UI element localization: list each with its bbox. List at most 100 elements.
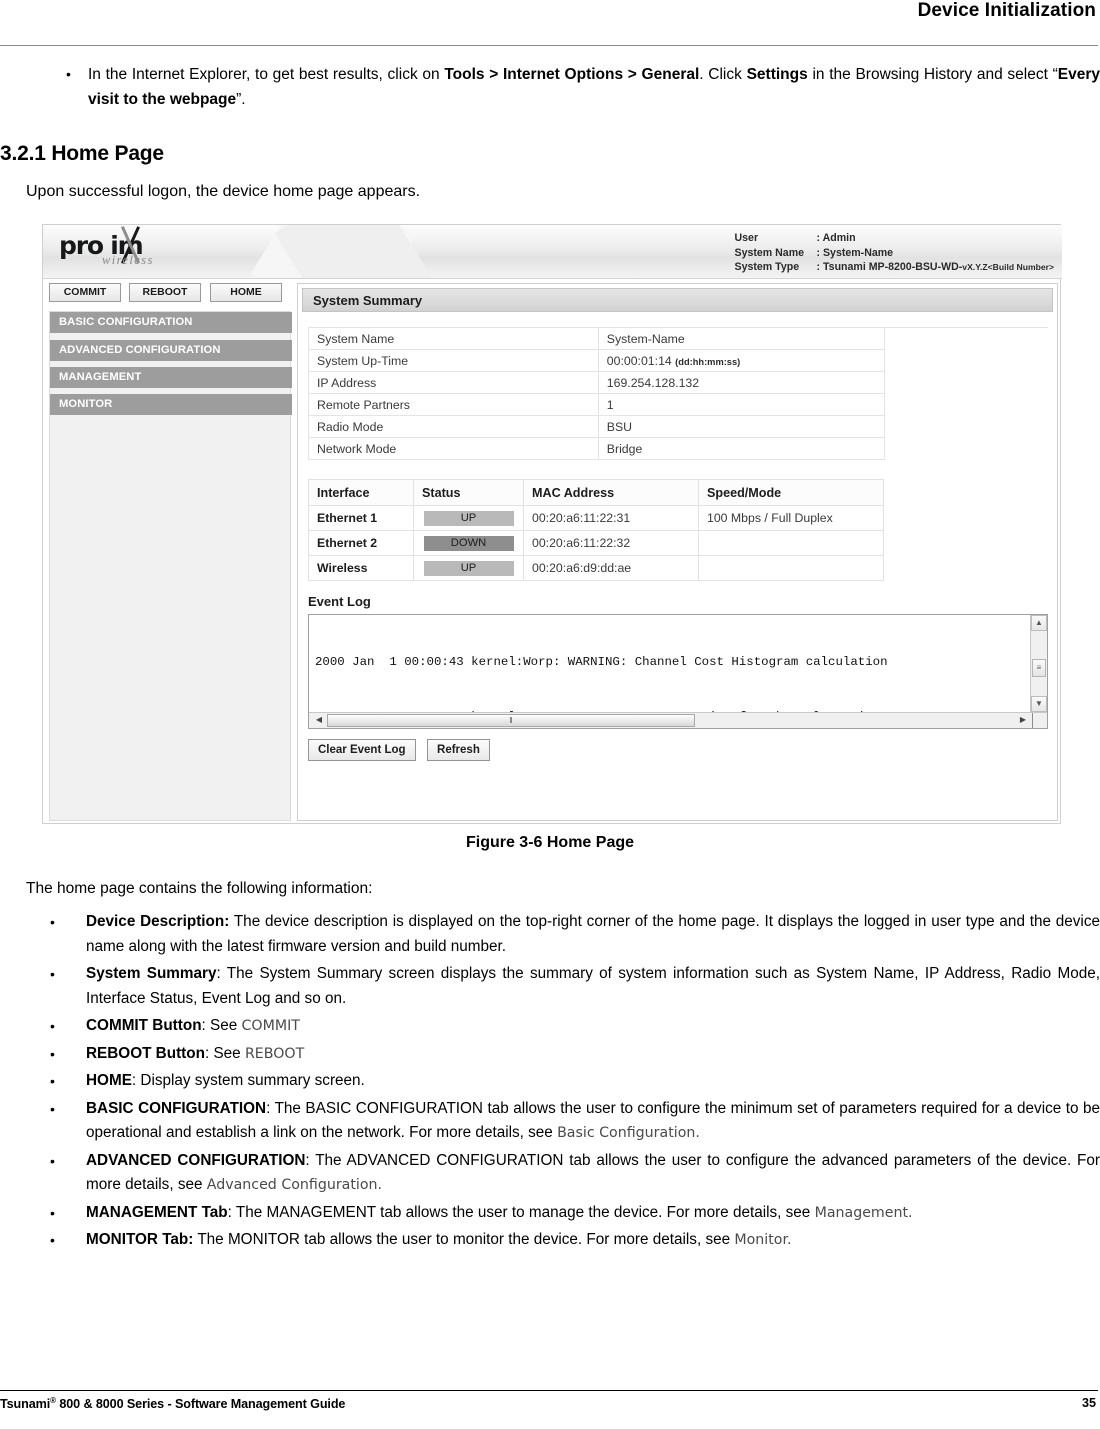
list-item: • Device Description: The device descript… [42,910,1100,959]
interface-name: Ethernet 2 [308,530,414,556]
left-navigation: COMMIT REBOOT HOME BASIC CONFIGURATION A… [47,283,292,821]
list-item: • HOME: Display system summary screen. [42,1069,1100,1094]
table-row: Ethernet 2 DOWN 00:20:a6:11:22:32 [308,530,884,556]
intro-bold-tools-path: Tools > Internet Options > General [444,66,700,83]
summary-value-text: 169.254.128.132 [606,375,700,390]
cross-reference-link[interactable]: Management. [815,1205,913,1221]
list-item-term: BASIC CONFIGURATION [86,1099,267,1117]
vertical-scrollbar-thumb[interactable]: ≡ [1032,659,1046,677]
table-row: System Name System-Name [308,327,1048,350]
summary-pad [884,372,1048,394]
commit-button[interactable]: COMMIT [49,283,121,302]
summary-value: 00:00:01:14 (dd:hh:mm:ss) [597,349,885,372]
intro-seg-1: In the Internet Explorer, to get best re… [88,66,445,83]
summary-value: 1 [597,393,885,416]
table-row: Ethernet 1 UP 00:20:a6:11:22:31 100 Mbps… [308,505,884,531]
intro-bold-settings: Settings [746,66,808,83]
home-button[interactable]: HOME [210,283,282,302]
interface-status-cell: UP [413,555,524,581]
section-heading: 3.2.1 Home Page [0,142,164,165]
intro-seg-4: ”. [236,91,246,108]
summary-key: Network Mode [308,437,599,460]
cross-reference-link[interactable]: COMMIT [242,1018,300,1034]
summary-value: BSU [597,415,885,438]
summary-value-text: 1 [606,397,614,412]
cross-reference-link[interactable]: Monitor. [734,1232,791,1248]
panel-title: System Summary [302,288,1053,312]
header-divider [0,45,1098,46]
list-item: • MONITOR Tab: The MONITOR tab allows the… [42,1228,1100,1253]
footer-post: 800 & 8000 Series - Software Management … [55,1397,346,1412]
section-intro-text: Upon successful logon, the device home p… [26,183,421,200]
list-item-text: The device description is displayed on t… [86,913,1100,955]
system-summary-table: System Name System-Name System Up-Time 0… [308,327,1048,460]
horizontal-scrollbar-thumb[interactable]: ‖ [327,714,695,727]
interface-mac: 00:20:a6:11:22:31 [523,505,699,531]
interface-status-table: Interface Status MAC Address Speed/Mode … [308,479,884,581]
status-badge: UP [423,561,514,576]
bullet-marker: • [50,1152,55,1169]
list-item-term: MONITOR Tab: [86,1231,194,1248]
table-row: Network Mode Bridge [308,437,1049,460]
summary-pad [884,438,1048,460]
scroll-right-arrow-icon[interactable]: ▶ [1015,713,1031,728]
table-row: Wireless UP 00:20:a6:d9:dd:ae [308,555,884,581]
system-summary-panel: System Summary System Name System-Name S… [297,283,1058,821]
list-item-text: : Display system summary screen. [131,1072,365,1089]
footer-divider [0,1390,1098,1391]
interface-status-cell: DOWN [413,530,524,556]
nav-tab-monitor[interactable]: MONITOR [50,394,292,415]
nav-tab-management[interactable]: MANAGEMENT [50,367,292,388]
bullet-marker: • [50,914,55,930]
summary-pad [884,350,1048,372]
cross-reference-link[interactable]: REBOOT [245,1046,304,1062]
summary-pad [884,394,1048,416]
uptime-unit-label: (dd:hh:mm:ss) [675,356,741,367]
footer-page-number: 35 [1081,1396,1096,1410]
device-info-row: System Type : Tsunami MP-8200-BSU-WD-vX.… [735,260,1054,275]
nav-tab-advanced-configuration[interactable]: ADVANCED CONFIGURATION [50,340,292,361]
clear-event-log-button[interactable]: Clear Event Log [308,739,416,761]
footer-pre: Tsunami [0,1397,51,1412]
device-info-row: User : Admin [735,231,1054,246]
interface-mac: 00:20:a6:d9:dd:ae [523,555,699,581]
status-badge: UP [423,511,514,526]
scroll-down-arrow-icon[interactable]: ▼ [1031,696,1047,712]
summary-key: System Name [308,327,599,350]
column-header-speed-mode: Speed/Mode [698,479,884,506]
scroll-up-arrow-icon[interactable]: ▲ [1031,615,1047,631]
page-header: Device Initialization [0,0,1100,46]
list-item-text: : The System Summary screen displays the… [86,965,1100,1007]
list-item-text: : The MANAGEMENT tab allows the user to … [227,1203,815,1221]
cross-reference-link[interactable]: Basic Configuration. [557,1125,700,1141]
interface-mac: 00:20:a6:11:22:32 [523,530,699,556]
nav-tab-basic-configuration[interactable]: BASIC CONFIGURATION [50,312,292,333]
list-item-text: : See [201,1017,242,1034]
event-log-vertical-scrollbar[interactable]: ▲ ≡ ▼ [1030,615,1047,712]
bullet-marker: • [50,1045,55,1062]
scroll-left-arrow-icon[interactable]: ◀ [311,713,327,728]
device-brand-header: pro im wireless User : Admin System Name… [43,225,1062,279]
summary-value: System-Name [597,327,885,350]
device-description-block: User : Admin System Name : System-Name S… [735,231,1054,275]
table-row: IP Address 169.254.128.132 [308,371,1049,394]
table-row: Radio Mode BSU [308,415,1049,438]
figure-caption: Figure 3-6 Home Page [465,834,635,851]
list-item: • COMMIT Button: See COMMIT [42,1014,1100,1039]
list-item: • REBOOT Button: See REBOOT [42,1042,1100,1067]
proxim-logo: pro im wireless [59,230,209,275]
list-item-term: REBOOT Button [86,1044,205,1062]
cross-reference-link[interactable]: Advanced Configuration. [207,1177,382,1193]
bullet-marker: • [50,1100,55,1117]
summary-value: Bridge [597,437,885,460]
intro-bullet: • In the Internet Explorer, to get best r… [66,62,1100,112]
event-log-box[interactable]: 2000 Jan 1 00:00:43 kernel:Worp: WARNING… [308,614,1048,729]
table-header-row: Interface Status MAC Address Speed/Mode [308,479,884,506]
bullet-marker: • [50,1073,55,1089]
summary-value-text: BSU [606,419,633,434]
list-item-term: COMMIT Button [86,1017,202,1034]
refresh-button[interactable]: Refresh [427,739,490,761]
list-item-text: The MONITOR tab allows the user to monit… [193,1231,735,1248]
reboot-button[interactable]: REBOOT [129,283,201,302]
event-log-horizontal-scrollbar[interactable]: ◀ ‖ ▶ [309,712,1047,728]
